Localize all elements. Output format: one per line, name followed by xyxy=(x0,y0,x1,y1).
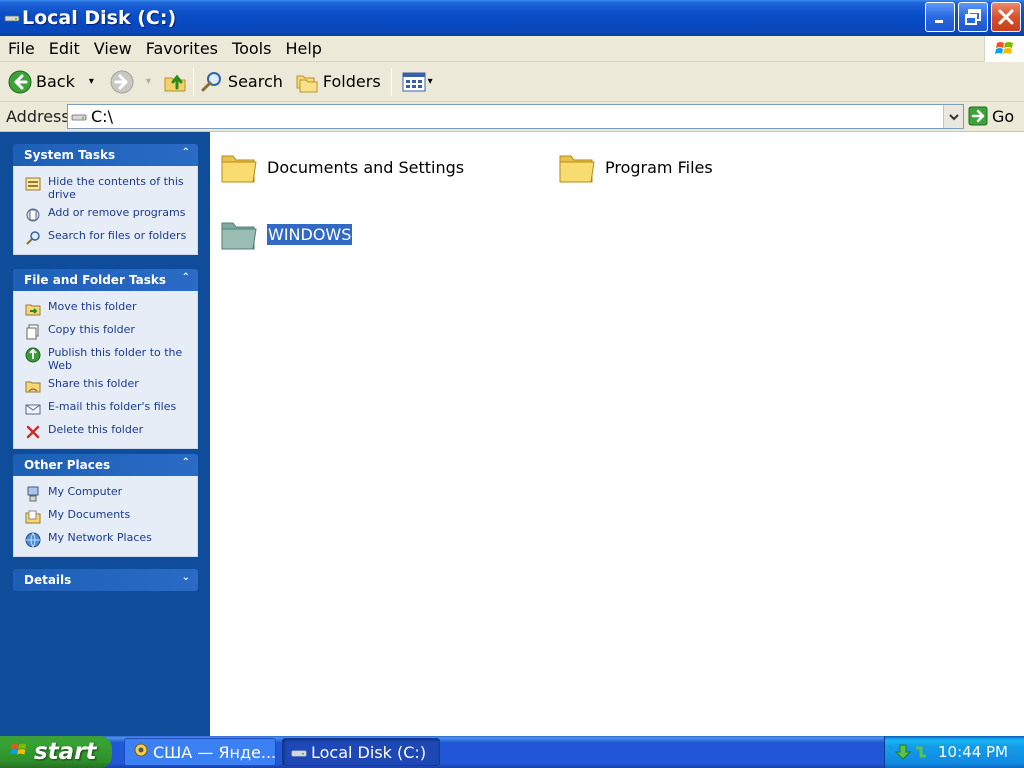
move-folder-icon xyxy=(24,300,42,318)
download-arrow-icon[interactable] xyxy=(895,743,911,761)
clock[interactable]: 10:44 PM xyxy=(938,743,1008,761)
my-documents-icon xyxy=(24,508,42,526)
forward-button[interactable]: ▾ xyxy=(110,66,151,98)
address-input[interactable]: C:\ xyxy=(67,104,964,129)
window-title: Local Disk (C:) xyxy=(22,7,177,29)
details-panel: Details ⌄ xyxy=(13,569,198,591)
other-places-header[interactable]: Other Places ⌃ xyxy=(13,454,198,476)
menu-favorites[interactable]: Favorites xyxy=(139,39,225,58)
restore-button[interactable] xyxy=(958,2,988,32)
share-folder-link[interactable]: Share this folder xyxy=(24,377,191,395)
views-icon xyxy=(402,72,426,91)
folders-button[interactable]: Folders xyxy=(295,66,381,98)
minimize-button[interactable] xyxy=(925,2,955,32)
my-computer-link[interactable]: My Computer xyxy=(24,485,191,503)
toolbar-separator xyxy=(192,67,194,96)
drive-icon xyxy=(71,112,87,122)
details-header[interactable]: Details ⌄ xyxy=(13,569,198,591)
globe-icon xyxy=(24,346,42,364)
toolbar-separator xyxy=(390,67,392,96)
close-button[interactable] xyxy=(991,2,1021,32)
hide-drive-contents-link[interactable]: Hide the contents of this drive xyxy=(24,175,191,201)
menu-bar: File Edit View Favorites Tools Help xyxy=(0,36,1024,62)
browser-icon xyxy=(133,742,149,762)
search-button[interactable]: Search xyxy=(200,66,283,98)
search-icon xyxy=(201,71,221,91)
copy-folder-link[interactable]: Copy this folder xyxy=(24,323,191,341)
drive-icon xyxy=(4,10,20,26)
title-bar[interactable]: Local Disk (C:) xyxy=(0,0,1024,36)
expand-icon[interactable]: ⌄ xyxy=(182,572,190,583)
folder-name: WINDOWS xyxy=(267,223,353,245)
back-arrow-icon xyxy=(8,70,32,93)
menu-edit[interactable]: Edit xyxy=(42,39,87,58)
go-arrow-icon xyxy=(968,106,988,126)
email-icon xyxy=(24,400,42,418)
my-documents-link[interactable]: My Documents xyxy=(24,508,191,526)
folder-item[interactable]: Program Files xyxy=(558,148,713,186)
folder-icon xyxy=(559,155,595,183)
address-bar: Address C:\ Go xyxy=(0,102,1024,132)
file-view[interactable]: Documents and Settings Program Files WIN… xyxy=(210,132,1024,736)
toolbar: Back ▾ ▾ Search Folders ▾ xyxy=(0,62,1024,102)
menu-tools[interactable]: Tools xyxy=(225,39,278,58)
folder-item-selected[interactable]: WINDOWS xyxy=(220,215,353,253)
address-dropdown-button[interactable] xyxy=(943,105,963,128)
up-folder-icon xyxy=(164,74,186,91)
move-folder-link[interactable]: Move this folder xyxy=(24,300,191,318)
folder-name: Program Files xyxy=(605,157,713,177)
collapse-icon[interactable]: ⌃ xyxy=(182,147,190,158)
copy-folder-icon xyxy=(24,323,42,341)
views-dropdown-icon: ▾ xyxy=(427,76,433,87)
folder-icon xyxy=(221,222,257,250)
chevron-down-icon xyxy=(948,113,959,120)
add-remove-programs-link[interactable]: Add or remove programs xyxy=(24,206,191,224)
collapse-icon[interactable]: ⌃ xyxy=(182,272,190,283)
up-folder-button[interactable] xyxy=(163,66,187,98)
email-folder-files-link[interactable]: E-mail this folder's files xyxy=(24,400,191,418)
network-places-icon xyxy=(24,531,42,549)
start-button[interactable]: start xyxy=(0,736,112,768)
my-computer-icon xyxy=(24,485,42,503)
system-tray: 10:44 PM xyxy=(884,736,1024,768)
delete-icon xyxy=(24,423,42,441)
network-icon[interactable] xyxy=(913,744,929,760)
search-icon xyxy=(24,229,42,247)
back-button[interactable]: Back ▾ xyxy=(8,66,94,98)
system-tasks-panel: System Tasks ⌃ Hide the contents of this… xyxy=(13,144,198,255)
drive-icon xyxy=(291,743,307,762)
windows-logo-icon xyxy=(984,36,1024,62)
share-folder-icon xyxy=(24,377,42,395)
publish-folder-link[interactable]: Publish this folder to the Web xyxy=(24,346,191,372)
address-label: Address xyxy=(6,107,70,126)
add-remove-programs-icon xyxy=(24,206,42,224)
go-button[interactable]: Go xyxy=(968,106,1014,126)
forward-dropdown-icon[interactable]: ▾ xyxy=(146,76,151,87)
views-button[interactable]: ▾ xyxy=(402,66,433,98)
file-folder-tasks-panel: File and Folder Tasks ⌃ Move this folder… xyxy=(13,269,198,449)
collapse-icon[interactable]: ⌃ xyxy=(182,457,190,468)
search-files-link[interactable]: Search for files or folders xyxy=(24,229,191,247)
menu-view[interactable]: View xyxy=(87,39,139,58)
menu-file[interactable]: File xyxy=(0,39,42,58)
address-value: C:\ xyxy=(91,107,113,126)
taskbar-item-browser[interactable]: США — Янде... xyxy=(124,738,276,766)
taskbar: start США — Янде... Local Disk (C:) 10:4… xyxy=(0,736,1024,768)
folder-name: Documents and Settings xyxy=(267,157,465,177)
forward-arrow-icon xyxy=(110,70,134,93)
other-places-panel: Other Places ⌃ My Computer My Documents xyxy=(13,454,198,557)
folder-item[interactable]: Documents and Settings xyxy=(220,148,464,186)
task-pane: System Tasks ⌃ Hide the contents of this… xyxy=(0,132,210,736)
windows-logo-icon xyxy=(10,739,28,765)
hide-contents-icon xyxy=(24,175,42,193)
back-dropdown-icon[interactable]: ▾ xyxy=(89,76,94,87)
folder-icon xyxy=(221,155,257,183)
my-network-places-link[interactable]: My Network Places xyxy=(24,531,191,549)
system-tasks-header[interactable]: System Tasks ⌃ xyxy=(13,144,198,166)
menu-help[interactable]: Help xyxy=(278,39,328,58)
folders-icon xyxy=(296,75,318,92)
delete-folder-link[interactable]: Delete this folder xyxy=(24,423,191,441)
file-folder-tasks-header[interactable]: File and Folder Tasks ⌃ xyxy=(13,269,198,291)
taskbar-item-local-disk[interactable]: Local Disk (C:) xyxy=(282,738,440,766)
